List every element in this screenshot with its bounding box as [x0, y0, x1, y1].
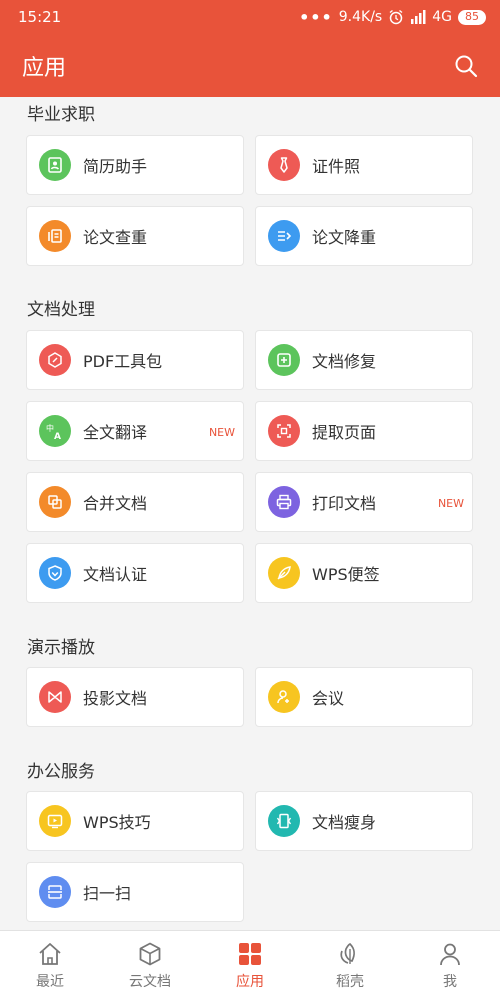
tab-label: 最近: [36, 974, 64, 990]
status-time: 15:21: [18, 8, 62, 26]
section-title-docs: 文档处理: [27, 300, 95, 320]
leaf-icon: [336, 940, 364, 968]
projection-icon: [39, 681, 71, 713]
home-icon: [36, 940, 64, 968]
tab-label: 云文档: [129, 974, 171, 990]
app-label: 论文降重: [312, 228, 377, 247]
app-label: 投影文档: [83, 689, 148, 708]
new-badge: NEW: [208, 426, 235, 439]
app-label: WPS技巧: [83, 813, 151, 832]
app-list[interactable]: 毕业求职 简历助手 证件照 论文查重 论文降重 文档处理 PDF工具包 文档修复…: [0, 97, 500, 930]
app-label: PDF工具包: [83, 352, 163, 371]
doc-repair-icon: [268, 344, 300, 376]
app-doc-slim[interactable]: 文档瘦身: [255, 791, 473, 851]
svg-text:A: A: [54, 432, 61, 441]
video-tips-icon: [39, 805, 71, 837]
search-icon: [455, 55, 478, 77]
extract-page-icon: [268, 415, 300, 447]
network-type: 4G: [432, 9, 452, 25]
app-full-translate[interactable]: 中A 全文翻译 NEW: [26, 401, 244, 461]
app-label: 文档修复: [312, 352, 377, 371]
status-bar: 15:21 ••• 9.4K/s 4G 85: [0, 0, 500, 34]
tab-label: 稻壳: [336, 974, 364, 990]
app-merge-docs[interactable]: 合并文档: [26, 472, 244, 532]
tab-cloud-docs[interactable]: 云文档: [100, 931, 200, 1000]
section-title-present: 演示播放: [27, 638, 95, 658]
app-label: 证件照: [312, 157, 361, 176]
app-label: 会议: [312, 689, 345, 708]
cube-icon: [136, 940, 164, 968]
app-id-photo[interactable]: 证件照: [255, 135, 473, 195]
battery-indicator: 85: [458, 9, 486, 25]
new-badge: NEW: [437, 497, 464, 510]
doc-slim-icon: [268, 805, 300, 837]
title-bar: 应用: [0, 34, 500, 97]
app-label: WPS便签: [312, 565, 380, 584]
resume-icon: [39, 149, 71, 181]
shield-icon: [39, 557, 71, 589]
bottom-tab-bar: 最近 云文档 应用 稻壳 我: [0, 930, 500, 1000]
tab-recent[interactable]: 最近: [0, 931, 100, 1000]
printer-icon: [268, 486, 300, 518]
app-doc-certify[interactable]: 文档认证: [26, 543, 244, 603]
tab-docer[interactable]: 稻壳: [300, 931, 400, 1000]
status-indicators: ••• 9.4K/s 4G 85: [299, 8, 486, 27]
apps-grid-icon: [236, 940, 264, 968]
app-label: 全文翻译: [83, 423, 148, 442]
app-extract-pages[interactable]: 提取页面: [255, 401, 473, 461]
meeting-icon: [268, 681, 300, 713]
plagiarism-check-icon: [39, 220, 71, 252]
section-title-graduate: 毕业求职: [27, 105, 95, 125]
app-pdf-toolkit[interactable]: PDF工具包: [26, 330, 244, 390]
app-label: 文档认证: [83, 565, 148, 584]
section-title-office: 办公服务: [27, 762, 95, 782]
feather-icon: [268, 557, 300, 589]
app-label: 打印文档: [312, 494, 377, 513]
page-title: 应用: [22, 55, 67, 81]
notification-dots: •••: [299, 7, 333, 27]
app-plagiarism-reduce[interactable]: 论文降重: [255, 206, 473, 266]
app-header: 15:21 ••• 9.4K/s 4G 85 应用: [0, 0, 500, 97]
app-resume-assistant[interactable]: 简历助手: [26, 135, 244, 195]
search-button[interactable]: [452, 52, 480, 80]
merge-icon: [39, 486, 71, 518]
scan-icon: [39, 876, 71, 908]
network-speed: 9.4K/s: [338, 9, 383, 25]
app-label: 文档瘦身: [312, 813, 377, 832]
signal-icon: [411, 10, 426, 24]
tab-apps[interactable]: 应用: [200, 931, 300, 1000]
app-doc-repair[interactable]: 文档修复: [255, 330, 473, 390]
app-project-doc[interactable]: 投影文档: [26, 667, 244, 727]
svg-text:中: 中: [46, 423, 54, 433]
app-label: 提取页面: [312, 423, 377, 442]
app-label: 扫一扫: [83, 884, 132, 903]
translate-icon: 中A: [39, 415, 71, 447]
app-label: 简历助手: [83, 157, 148, 176]
app-scan[interactable]: 扫一扫: [26, 862, 244, 922]
tie-icon: [268, 149, 300, 181]
app-label: 论文查重: [83, 228, 148, 247]
app-meeting[interactable]: 会议: [255, 667, 473, 727]
app-plagiarism-check[interactable]: 论文查重: [26, 206, 244, 266]
pdf-icon: [39, 344, 71, 376]
tab-me[interactable]: 我: [400, 931, 500, 1000]
app-print-doc[interactable]: 打印文档 NEW: [255, 472, 473, 532]
app-label: 合并文档: [83, 494, 148, 513]
text-reduce-icon: [268, 220, 300, 252]
tab-label: 应用: [236, 974, 264, 990]
tab-label: 我: [443, 974, 457, 990]
alarm-icon: [389, 9, 403, 25]
app-wps-tips[interactable]: WPS技巧: [26, 791, 244, 851]
app-wps-notes[interactable]: WPS便签: [255, 543, 473, 603]
user-icon: [436, 940, 464, 968]
